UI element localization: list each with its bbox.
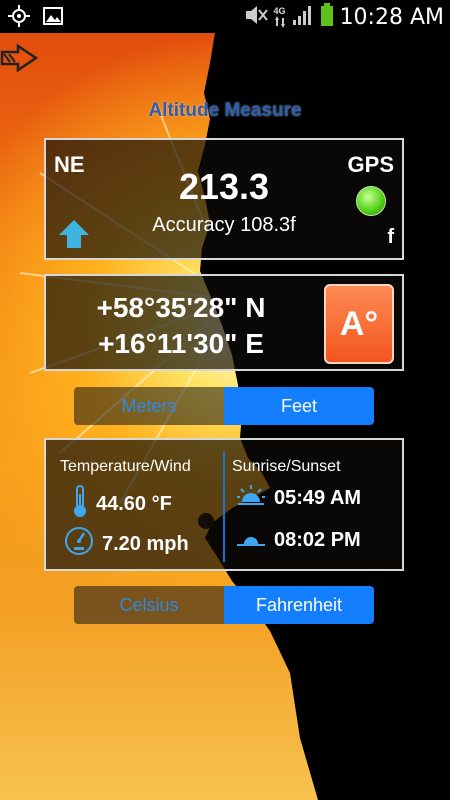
wind-row: 7.20 mph: [64, 526, 189, 562]
meters-option[interactable]: Meters: [74, 387, 224, 425]
network-type: 4G: [274, 7, 286, 28]
divider: [223, 452, 225, 562]
wind-value: 7.20 mph: [102, 532, 189, 555]
page-title: Altitude Measure: [148, 100, 302, 121]
clock: 10:28 AM: [339, 5, 444, 30]
back-arrow-icon[interactable]: [0, 40, 40, 76]
mute-icon: [244, 4, 268, 31]
celsius-option[interactable]: Celsius: [74, 586, 224, 624]
sunset-value: 08:02 PM: [274, 528, 361, 551]
unit-toggle: Meters Feet: [74, 387, 374, 425]
gauge-icon: [64, 526, 94, 562]
sunrise-icon: [236, 484, 266, 512]
fahrenheit-option[interactable]: Fahrenheit: [224, 586, 374, 624]
weather-panel: Temperature/Wind Sunrise/Sunset 44.60 °F…: [44, 438, 404, 571]
battery-icon: [320, 3, 334, 32]
feet-option[interactable]: Feet: [224, 387, 374, 425]
altitude-value: 213.3: [178, 166, 270, 207]
gps-icon: [8, 5, 30, 32]
unit-label: f: [387, 226, 394, 248]
sunrise-value: 05:49 AM: [274, 486, 362, 509]
accuracy-text: Accuracy 108.3f: [152, 214, 296, 236]
temp-wind-header: Temperature/Wind: [60, 458, 191, 475]
signal-icon: [292, 4, 314, 31]
longitude-value: +16°11'30" E: [98, 328, 264, 359]
thermometer-icon: [72, 484, 88, 524]
image-icon: [42, 5, 64, 32]
sun-header: Sunrise/Sunset: [232, 458, 341, 475]
sunset-icon: [236, 526, 266, 554]
temperature-row: 44.60 °F: [72, 484, 172, 524]
sunrise-row: 05:49 AM: [236, 484, 361, 512]
altitude-panel: NE GPS 213.3 Accuracy 108.3f f: [44, 138, 404, 260]
temperature-value: 44.60 °F: [96, 492, 172, 515]
sunset-row: 08:02 PM: [236, 526, 361, 554]
arrow-up-icon: [58, 218, 90, 250]
altitude-mode-button[interactable]: A°: [324, 284, 394, 364]
coordinates-panel: +58°35'28" N +16°11'30" E A°: [44, 274, 404, 371]
status-bar: 4G 10:28 AM: [0, 0, 450, 33]
latitude-value: +58°35'28" N: [96, 292, 266, 323]
temperature-unit-toggle: Celsius Fahrenheit: [74, 586, 374, 624]
